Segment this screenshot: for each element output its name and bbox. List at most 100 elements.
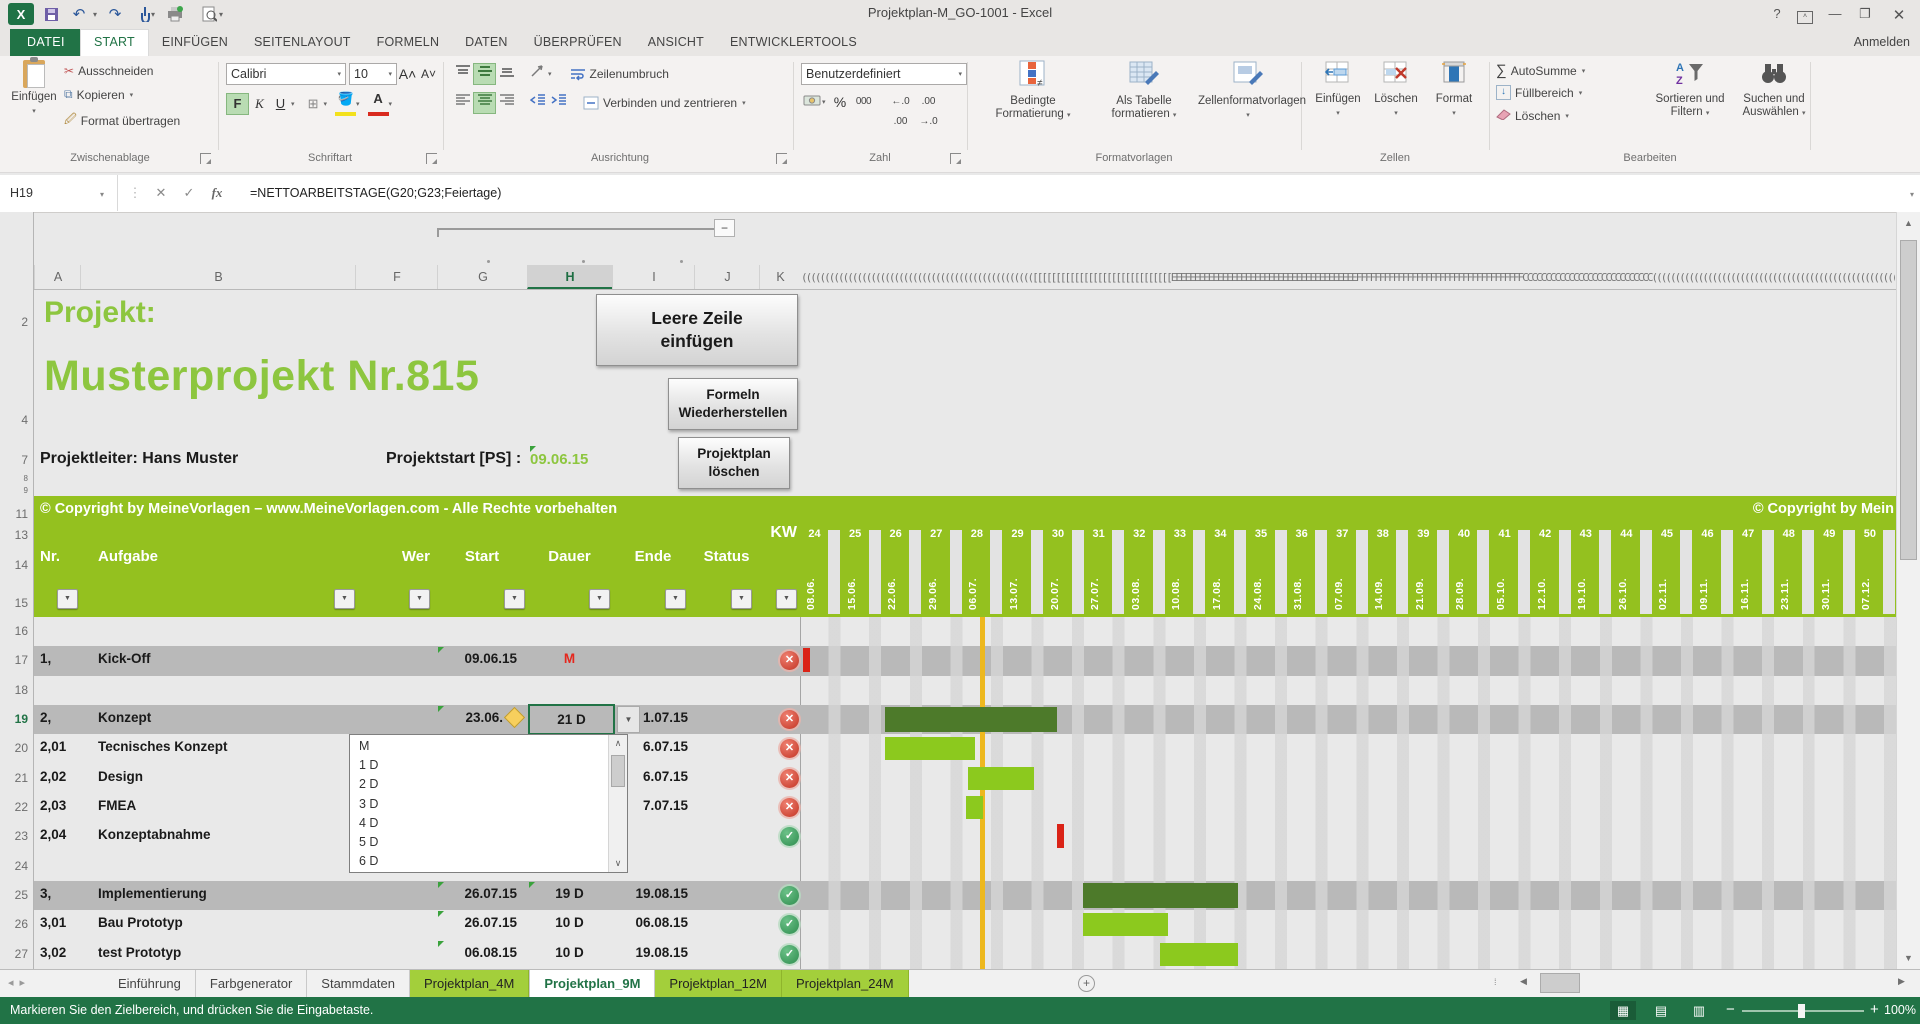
row-header-17[interactable]: 17 bbox=[15, 653, 28, 667]
column-header-B[interactable]: B bbox=[80, 265, 356, 289]
number-format-select[interactable]: Benutzerdefiniert▾ bbox=[801, 63, 967, 85]
filter-end-button[interactable]: ▼ bbox=[665, 589, 686, 609]
table-row-26[interactable]: 3,01Bau Prototyp26.07.1510 D06.08.15✓ bbox=[34, 910, 1896, 939]
normal-view-icon[interactable]: ▦ bbox=[1610, 1001, 1636, 1020]
table-row-17[interactable]: 1,Kick-Off09.06.15M✕ bbox=[34, 646, 1896, 675]
format-as-table-button[interactable]: Als Tabelle formatieren ▾ bbox=[1092, 60, 1196, 122]
row-header-9[interactable]: 9 bbox=[24, 486, 28, 495]
ribbon-tab-überprüfen[interactable]: ÜBERPRÜFEN bbox=[521, 29, 635, 55]
filter-kw-button[interactable]: ▼ bbox=[776, 589, 797, 609]
column-header-I[interactable]: I bbox=[612, 265, 695, 289]
sheet-tab-einführung[interactable]: Einführung bbox=[104, 970, 196, 997]
fill-color-icon[interactable]: 🪣 bbox=[335, 92, 356, 116]
align-top-icon[interactable] bbox=[452, 64, 473, 84]
decrease-font-icon[interactable]: A˅ bbox=[418, 64, 439, 84]
align-right-icon[interactable] bbox=[496, 93, 517, 113]
currency-caret-icon[interactable]: ▾ bbox=[822, 98, 826, 106]
alignment-dialog-launcher-icon[interactable] bbox=[776, 153, 787, 164]
tab-splitter-dots-icon[interactable]: ⁞ bbox=[1494, 977, 1498, 987]
font-name-select[interactable]: Calibri▾ bbox=[226, 63, 346, 85]
ribbon-tab-ansicht[interactable]: ANSICHT bbox=[635, 29, 717, 55]
clear-button[interactable]: Löschen▾ bbox=[1496, 108, 1569, 123]
row-header-14[interactable]: 14 bbox=[15, 558, 28, 572]
column-header-J[interactable]: J bbox=[694, 265, 760, 289]
name-box-caret-icon[interactable]: ▾ bbox=[100, 190, 104, 199]
delete-plan-button[interactable]: Projektplan löschen bbox=[678, 437, 790, 489]
active-cell-dropdown-icon[interactable]: ▼ bbox=[617, 706, 640, 733]
dropdown-scrollbar[interactable]: ∧ ∨ bbox=[608, 735, 627, 872]
increase-indent-icon[interactable] bbox=[548, 93, 569, 113]
number-dialog-launcher-icon[interactable] bbox=[950, 153, 961, 164]
table-row-18[interactable] bbox=[34, 676, 1896, 705]
scroll-right-icon[interactable]: ▶ bbox=[1890, 976, 1913, 987]
row-header-26[interactable]: 26 bbox=[15, 917, 28, 931]
row-header-16[interactable]: 16 bbox=[15, 624, 28, 638]
page-break-view-icon[interactable]: ▥ bbox=[1686, 1001, 1712, 1020]
row-header-8[interactable]: 8 bbox=[24, 474, 28, 483]
underline-caret-icon[interactable]: ▾ bbox=[291, 100, 295, 108]
merge-center-button[interactable]: Verbinden und zentrieren▾ bbox=[583, 96, 746, 110]
autosum-button[interactable]: ∑ AutoSumme▾ bbox=[1496, 62, 1585, 79]
row-header-15[interactable]: 15 bbox=[15, 596, 28, 610]
ribbon-tab-formeln[interactable]: FORMELN bbox=[364, 29, 453, 55]
table-row-16[interactable] bbox=[34, 617, 1896, 646]
table-row-23[interactable]: 2,04Konzeptabnahme✓ bbox=[34, 822, 1896, 851]
scroll-down-icon[interactable]: ▼ bbox=[1897, 953, 1920, 963]
percent-icon[interactable]: % bbox=[830, 92, 851, 112]
table-row-20[interactable]: 2,01Tecnisches Konzept6.07.15✕ bbox=[34, 734, 1896, 763]
thousands-icon[interactable]: 000 bbox=[851, 92, 877, 112]
dropdown-item[interactable]: 3 D bbox=[350, 795, 608, 814]
table-row-22[interactable]: 2,03FMEA7.07.15✕ bbox=[34, 793, 1896, 822]
borders-icon[interactable]: ⊞ bbox=[303, 94, 324, 114]
increase-decimal-icon[interactable]: ←.0.00 bbox=[887, 92, 915, 112]
conditional-formatting-button[interactable]: ≠ Bedingte Formatierung ▾ bbox=[978, 60, 1088, 122]
fill-caret-icon[interactable]: ▾ bbox=[356, 100, 360, 108]
orientation-icon[interactable] bbox=[527, 64, 548, 84]
row-header-2[interactable]: 2 bbox=[21, 315, 28, 329]
orientation-caret-icon[interactable]: ▾ bbox=[548, 70, 552, 78]
insert-cells-button[interactable]: Einfügen▾ bbox=[1310, 60, 1366, 120]
row-header-4[interactable]: 4 bbox=[21, 413, 28, 427]
ribbon-tab-datei[interactable]: DATEI bbox=[10, 29, 82, 56]
italic-button[interactable]: K bbox=[249, 94, 270, 114]
scroll-up-icon[interactable]: ▲ bbox=[1897, 218, 1920, 228]
zoom-in-icon[interactable]: + bbox=[1870, 997, 1879, 1024]
insert-empty-row-button[interactable]: Leere Zeile einfügen bbox=[596, 294, 798, 366]
table-row-27[interactable]: 3,02test Prototyp06.08.1510 D19.08.15✓ bbox=[34, 940, 1896, 969]
column-header-F[interactable]: F bbox=[355, 265, 438, 289]
ribbon-tab-einfügen[interactable]: EINFÜGEN bbox=[149, 29, 241, 55]
table-row-25[interactable]: 3,Implementierung26.07.1519 D19.08.15✓ bbox=[34, 881, 1896, 910]
column-headers[interactable]: ((((((((((((((((((((((((((((((((((((((((… bbox=[0, 265, 1896, 290]
copy-button[interactable]: ⧉ Kopieren▾ bbox=[64, 87, 133, 102]
ribbon-tab-seitenlayout[interactable]: SEITENLAYOUT bbox=[241, 29, 364, 55]
row-header-13[interactable]: 13 bbox=[15, 528, 28, 542]
sheet-tab-projektplan_12m[interactable]: Projektplan_12M bbox=[655, 970, 782, 997]
dropdown-item[interactable]: 5 D bbox=[350, 833, 608, 852]
clipboard-dialog-launcher-icon[interactable] bbox=[200, 153, 211, 164]
horizontal-scroll-thumb[interactable] bbox=[1540, 973, 1580, 993]
restore-icon[interactable]: ❐ bbox=[1852, 6, 1878, 22]
ribbon-tab-daten[interactable]: DATEN bbox=[452, 29, 520, 55]
enter-icon[interactable]: ✓ bbox=[176, 175, 202, 211]
row-header-20[interactable]: 20 bbox=[15, 741, 28, 755]
close-icon[interactable]: ✕ bbox=[1886, 6, 1912, 24]
active-cell[interactable]: 21 D bbox=[528, 704, 615, 735]
zoom-slider[interactable] bbox=[1742, 1010, 1864, 1012]
paste-button[interactable]: Einfügen▾ bbox=[8, 60, 60, 118]
scroll-left-icon[interactable]: ◀ bbox=[1512, 976, 1535, 987]
format-cells-button[interactable]: Format▾ bbox=[1426, 60, 1482, 120]
align-center-icon[interactable] bbox=[473, 92, 496, 114]
fill-button[interactable]: ↓ Füllbereich▾ bbox=[1496, 85, 1582, 100]
dropdown-item[interactable]: 6 D bbox=[350, 852, 608, 871]
wrap-text-button[interactable]: Zeilenumbruch bbox=[570, 67, 669, 81]
vertical-scrollbar[interactable]: ▲ ▼ bbox=[1896, 212, 1920, 969]
ribbon-display-icon[interactable]: ˄ bbox=[1792, 6, 1818, 24]
page-layout-view-icon[interactable]: ▤ bbox=[1648, 1001, 1674, 1020]
borders-caret-icon[interactable]: ▾ bbox=[324, 100, 328, 108]
ribbon-tab-start[interactable]: START bbox=[80, 29, 149, 56]
row-header-11[interactable]: 11 bbox=[16, 507, 28, 521]
add-sheet-button[interactable]: + bbox=[1078, 975, 1095, 992]
sheet-tab-farbgenerator[interactable]: Farbgenerator bbox=[196, 970, 307, 997]
vertical-scroll-thumb[interactable] bbox=[1900, 240, 1917, 560]
formula-bar-expand-icon[interactable]: ▾ bbox=[1910, 190, 1914, 199]
